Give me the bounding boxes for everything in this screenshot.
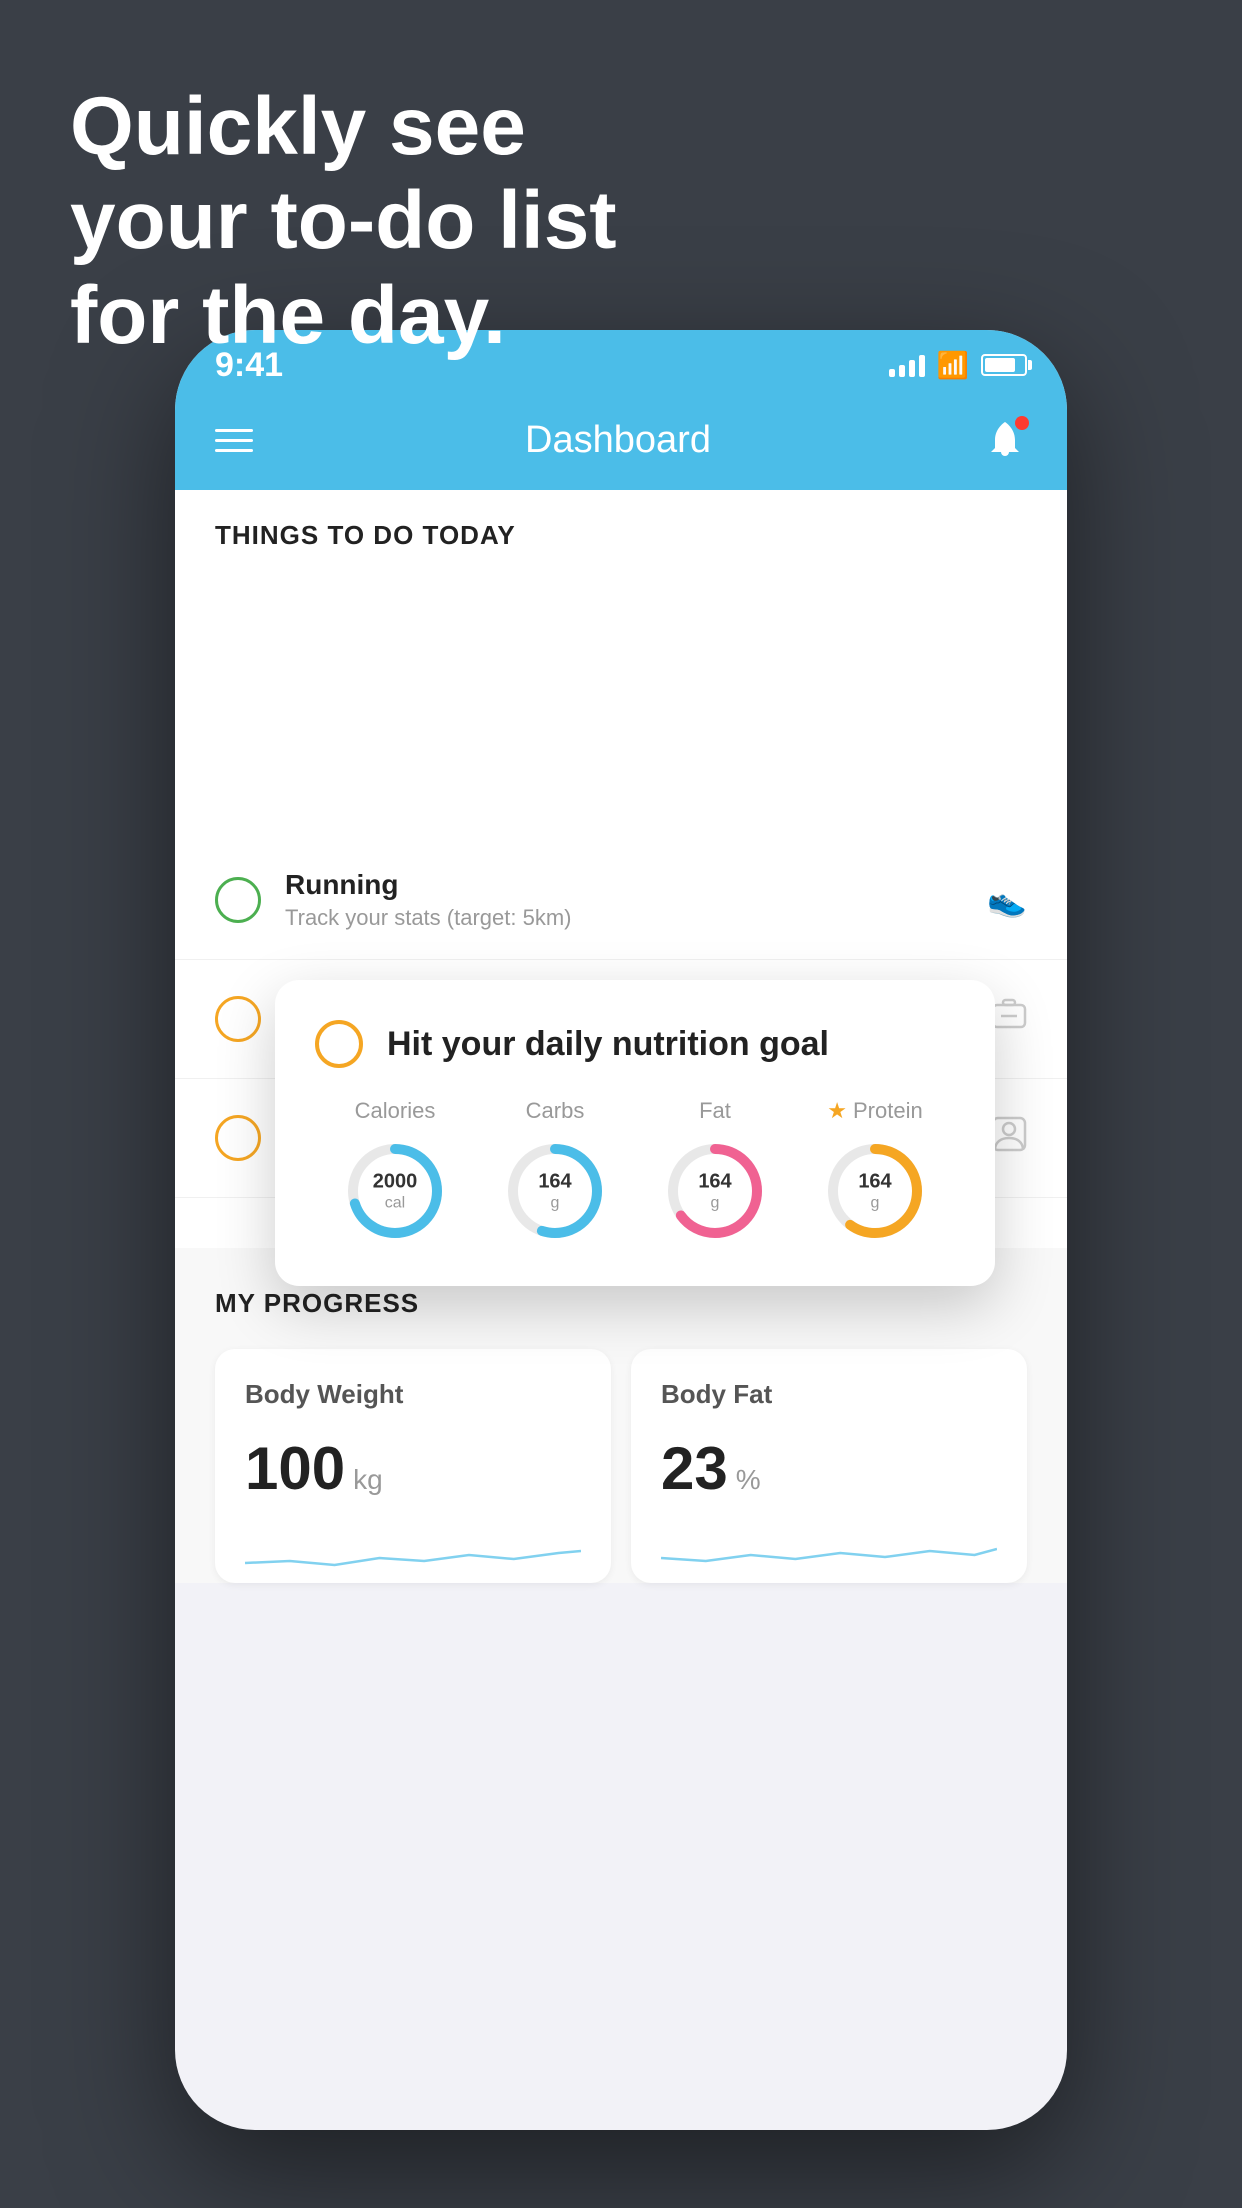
- todo-item-running[interactable]: Running Track your stats (target: 5km) 👟: [175, 841, 1067, 960]
- body-weight-title: Body Weight: [245, 1379, 581, 1410]
- progress-header: MY PROGRESS: [215, 1288, 1027, 1319]
- body-weight-chart: [245, 1523, 581, 1583]
- notification-bell-button[interactable]: [983, 418, 1027, 462]
- nutrition-circle-indicator: [315, 1020, 363, 1068]
- nutrition-card: Hit your daily nutrition goal Calories 2…: [275, 980, 995, 1286]
- protein-label: ★ Protein: [827, 1098, 922, 1124]
- protein-star-icon: ★: [827, 1098, 847, 1124]
- body-fat-card[interactable]: Body Fat 23 %: [631, 1349, 1027, 1583]
- protein-value: 164 g: [858, 1169, 891, 1212]
- todo-title-running: Running: [285, 869, 963, 901]
- wifi-icon: 📶: [937, 350, 969, 381]
- nutrition-row: Calories 2000 cal Carbs: [315, 1098, 955, 1246]
- things-todo-title: THINGS TO DO TODAY: [215, 520, 516, 550]
- phone-frame: 9:41 📶 Dashboard THINGS TO DO: [175, 330, 1067, 2130]
- hero-text: Quickly see your to-do list for the day.: [70, 80, 617, 363]
- nutrition-card-title: Hit your daily nutrition goal: [387, 1025, 829, 1064]
- body-weight-card[interactable]: Body Weight 100 kg: [215, 1349, 611, 1583]
- body-weight-unit: kg: [353, 1464, 383, 1496]
- calories-donut: 2000 cal: [340, 1136, 450, 1246]
- nutrition-card-header: Hit your daily nutrition goal: [315, 1020, 955, 1068]
- nutrition-fat: Fat 164 g: [660, 1098, 770, 1246]
- nav-title: Dashboard: [525, 419, 711, 462]
- calories-label: Calories: [355, 1098, 436, 1124]
- progress-section: MY PROGRESS Body Weight 100 kg: [175, 1248, 1067, 1583]
- body-fat-title: Body Fat: [661, 1379, 997, 1410]
- nutrition-calories: Calories 2000 cal: [340, 1098, 450, 1246]
- nutrition-carbs: Carbs 164 g: [500, 1098, 610, 1246]
- battery-icon: [981, 354, 1027, 376]
- todo-text-running: Running Track your stats (target: 5km): [285, 869, 963, 931]
- nav-bar: Dashboard: [175, 400, 1067, 490]
- protein-donut: 164 g: [820, 1136, 930, 1246]
- scale-icon: [991, 997, 1027, 1041]
- hamburger-button[interactable]: [215, 429, 253, 452]
- status-icons: 📶: [889, 350, 1027, 381]
- fat-label: Fat: [699, 1098, 731, 1124]
- fat-value: 164 g: [698, 1169, 731, 1212]
- calories-value: 2000 cal: [373, 1169, 418, 1212]
- todo-subtitle-running: Track your stats (target: 5km): [285, 905, 963, 931]
- nutrition-protein: ★ Protein 164 g: [820, 1098, 930, 1246]
- notification-dot: [1015, 416, 1029, 430]
- person-icon: [991, 1116, 1027, 1160]
- carbs-label: Carbs: [526, 1098, 585, 1124]
- body-fat-unit: %: [736, 1464, 761, 1496]
- body-weight-value: 100 kg: [245, 1434, 581, 1503]
- todo-circle-body-stats: [215, 996, 261, 1042]
- things-todo-header: THINGS TO DO TODAY: [175, 490, 1067, 571]
- todo-circle-photos: [215, 1115, 261, 1161]
- progress-cards: Body Weight 100 kg Body Fat 23: [215, 1349, 1027, 1583]
- signal-icon: [889, 353, 925, 377]
- fat-donut: 164 g: [660, 1136, 770, 1246]
- body-fat-value: 23 %: [661, 1434, 997, 1503]
- body-fat-chart: [661, 1523, 997, 1583]
- todo-circle-running: [215, 877, 261, 923]
- shoe-icon: 👟: [987, 881, 1027, 919]
- carbs-value: 164 g: [538, 1169, 571, 1212]
- carbs-donut: 164 g: [500, 1136, 610, 1246]
